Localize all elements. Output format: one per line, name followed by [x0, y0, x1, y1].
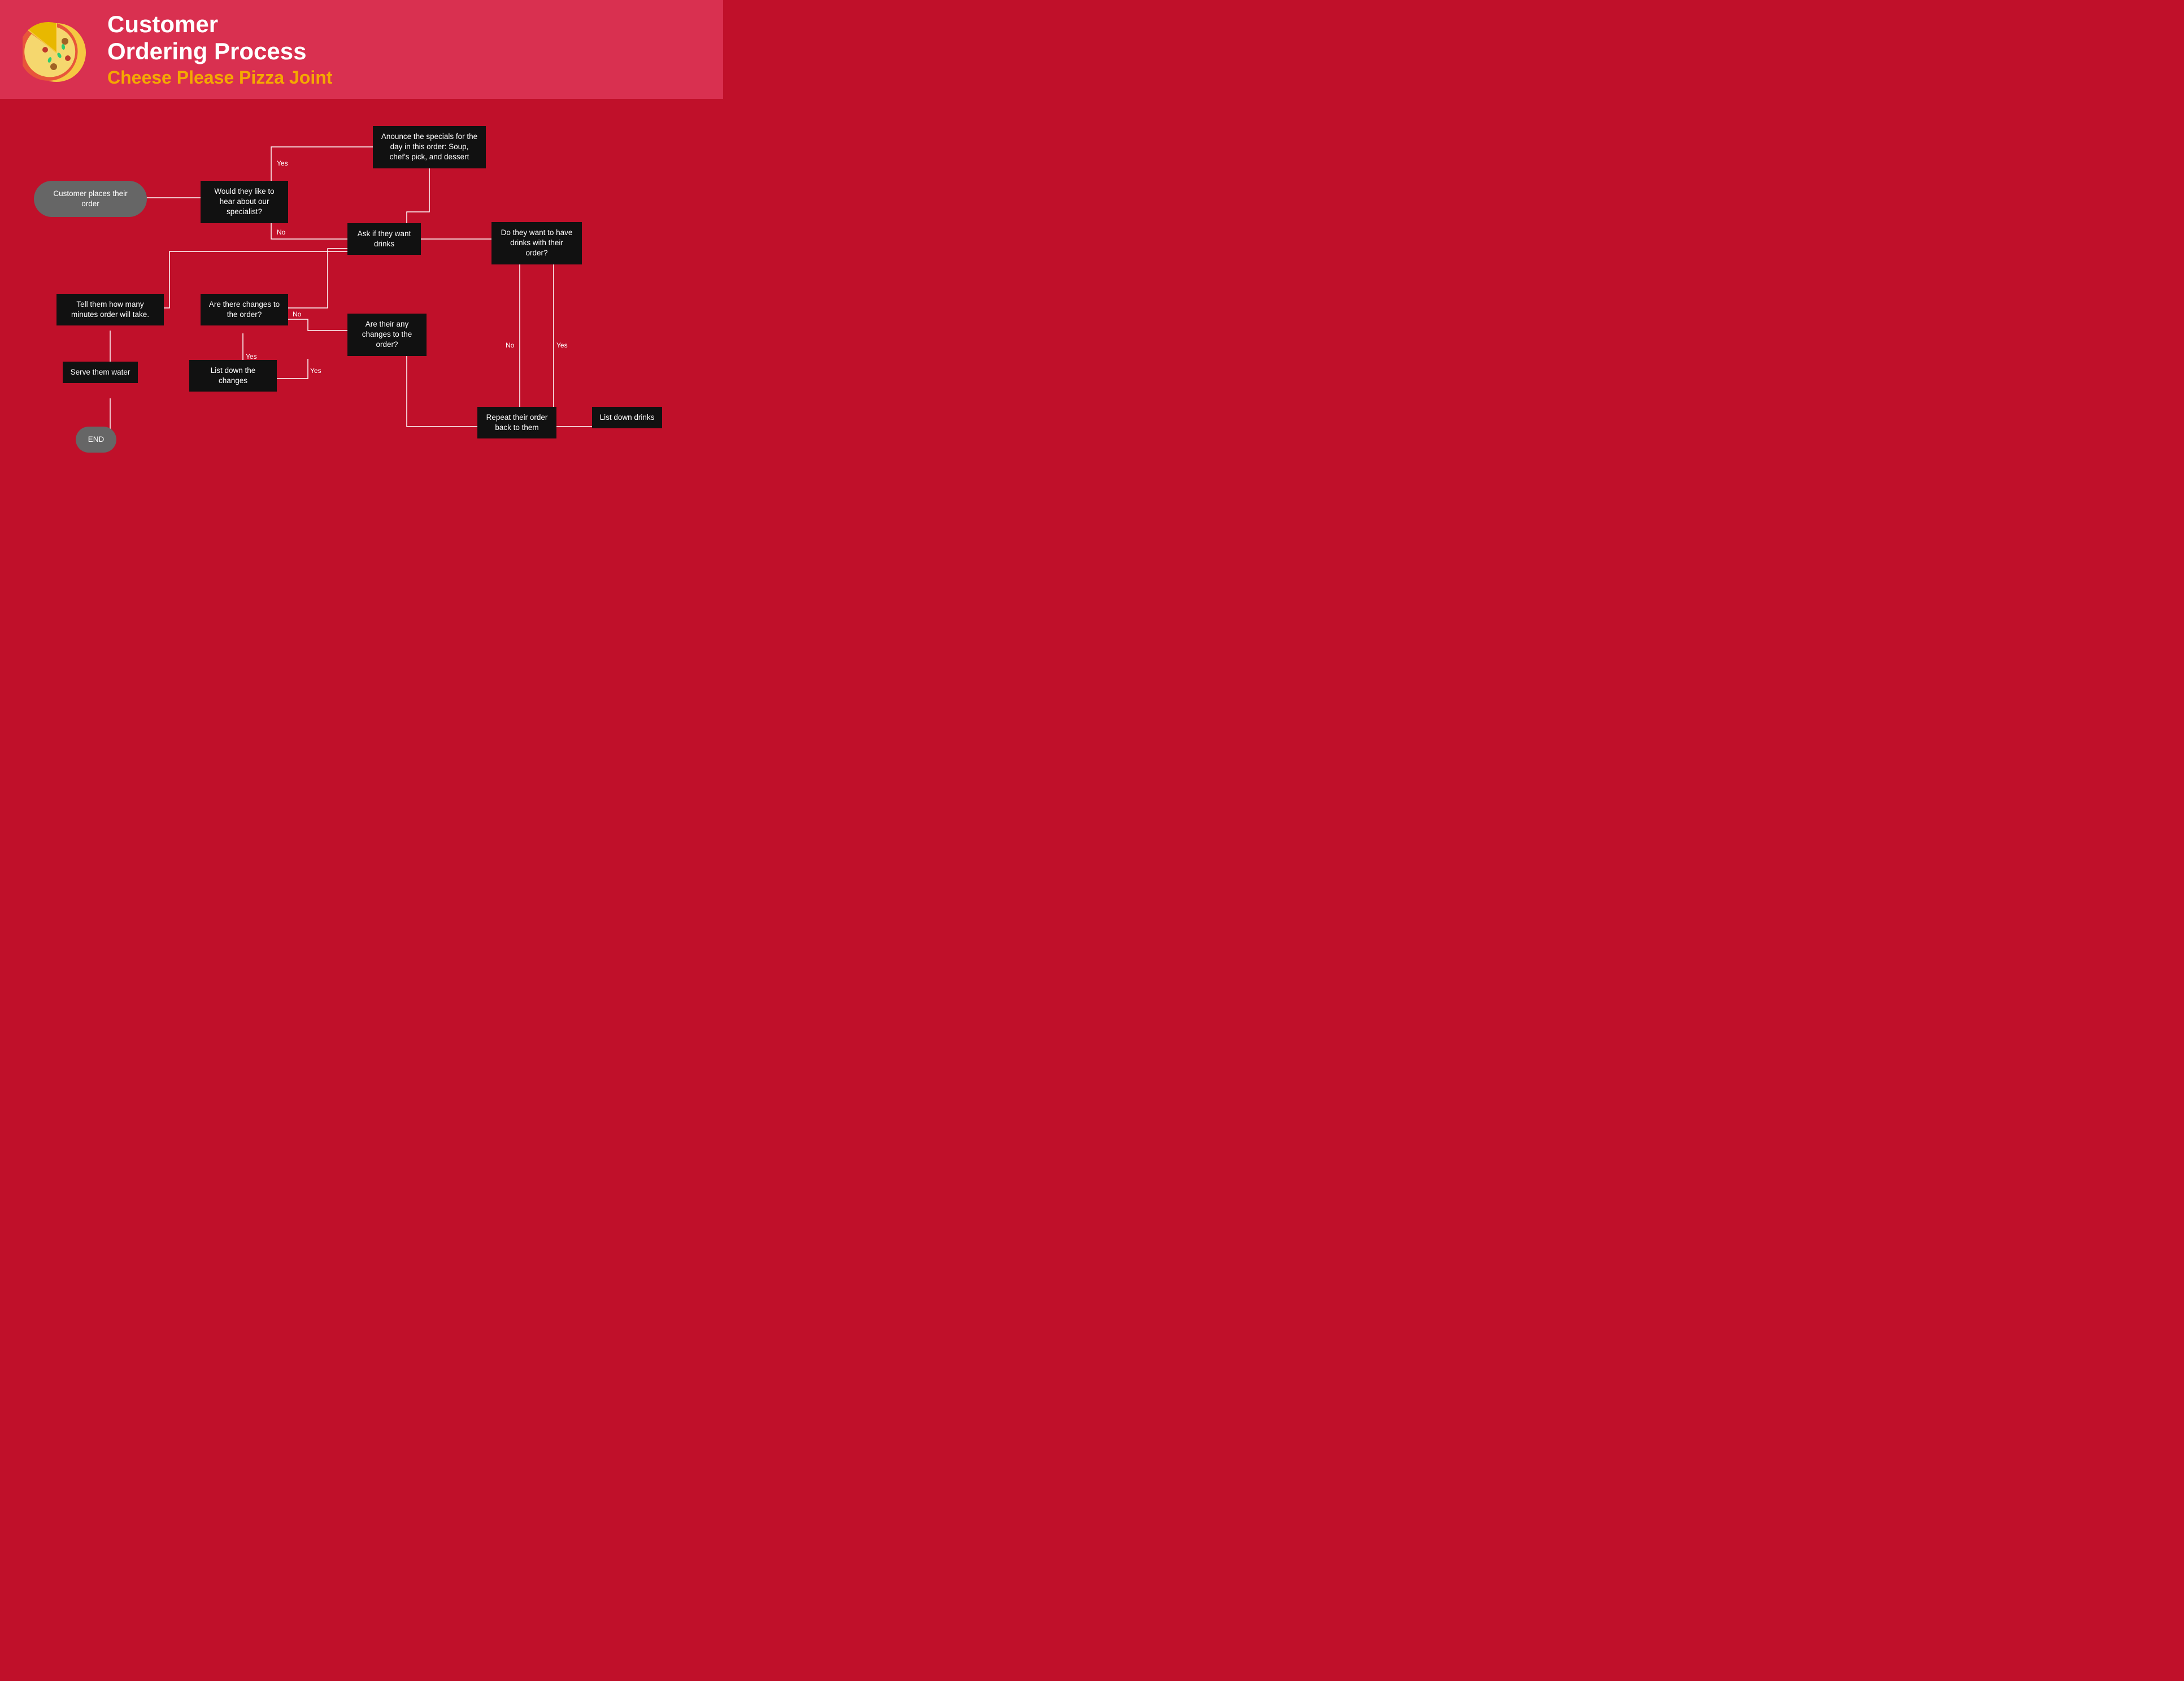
svg-text:No: No	[506, 341, 515, 349]
node-announce: Anounce the specials for the day in this…	[373, 126, 486, 168]
node-list-changes: List down the changes	[189, 360, 277, 392]
svg-text:Yes: Yes	[277, 159, 288, 167]
node-repeat-order: Repeat their order back to them	[477, 407, 556, 438]
pizza-icon	[23, 16, 90, 84]
node-changes2: Are their any changes to the order?	[347, 314, 427, 356]
flowchart-area: Yes No No Yes Yes No Yes	[0, 99, 723, 542]
svg-text:No: No	[277, 228, 286, 236]
node-serve-water: Serve them water	[56, 362, 144, 383]
svg-text:Yes: Yes	[556, 341, 568, 349]
header-text: Customer Ordering Process Cheese Please …	[107, 11, 332, 89]
node-changes1: Are there changes to the order?	[201, 294, 288, 325]
svg-text:Yes: Yes	[246, 353, 257, 360]
subtitle: Cheese Please Pizza Joint	[107, 67, 332, 88]
header: Customer Ordering Process Cheese Please …	[0, 0, 723, 99]
node-specialist: Would they like to hear about our specia…	[201, 181, 288, 223]
node-list-drinks: List down drinks	[588, 407, 667, 428]
node-start: Customer places their order	[34, 181, 147, 217]
svg-text:Yes: Yes	[310, 367, 321, 375]
svg-text:No: No	[293, 310, 302, 318]
title: Customer Ordering Process	[107, 11, 332, 66]
node-ask-drinks: Ask if they want drinks	[347, 223, 421, 255]
node-end: END	[68, 427, 124, 453]
node-tell-minutes: Tell them how many minutes order will ta…	[56, 294, 164, 325]
node-do-drinks: Do they want to have drinks with their o…	[491, 222, 582, 264]
